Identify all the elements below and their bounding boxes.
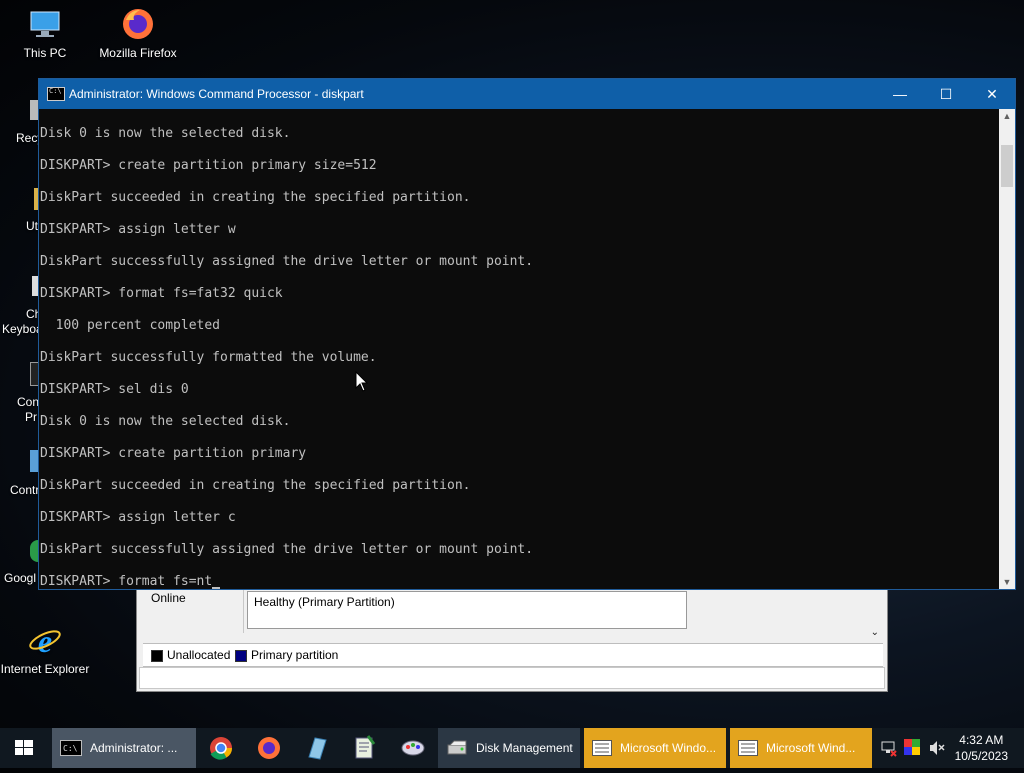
cmd-icon: C:\ bbox=[60, 740, 82, 756]
close-button[interactable]: ✕ bbox=[969, 79, 1015, 109]
color-grid-icon[interactable] bbox=[904, 739, 920, 755]
network-icon[interactable] bbox=[880, 739, 898, 757]
firefox-icon bbox=[120, 6, 156, 42]
internet-explorer-icon: e bbox=[27, 622, 63, 659]
window-title: Administrator: Windows Command Processor… bbox=[69, 87, 364, 101]
minimize-button[interactable]: — bbox=[877, 79, 923, 109]
legend-swatch bbox=[151, 649, 163, 662]
partial-desktop-label: Keyboa bbox=[2, 322, 43, 336]
window-list-icon bbox=[738, 740, 758, 756]
disk-management-window: Online Healthy (Primary Partition) ⌄ Una… bbox=[136, 588, 888, 692]
partial-desktop-label: Googl bbox=[4, 571, 37, 585]
partial-desktop-icon bbox=[30, 100, 38, 120]
notebook-icon bbox=[308, 737, 327, 760]
legend-label: Unallocated bbox=[167, 648, 231, 662]
vertical-scrollbar[interactable]: ▲ ▼ bbox=[999, 109, 1015, 589]
console-line: DiskPart successfully assigned the drive… bbox=[40, 542, 534, 557]
paint-icon bbox=[401, 740, 425, 756]
taskbar-app-notebook[interactable] bbox=[294, 728, 340, 768]
console-line: DiskPart successfully assigned the drive… bbox=[40, 254, 534, 269]
scrollbar-thumb[interactable] bbox=[1001, 145, 1013, 187]
taskbar-clock[interactable]: 4:32 AM 10/5/2023 bbox=[955, 732, 1008, 764]
legend-item-primary-partition: Primary partition bbox=[231, 648, 338, 662]
console-line: DISKPART> create partition primary bbox=[40, 446, 307, 461]
taskbar-app-label: Administrator: ... bbox=[90, 741, 178, 755]
firefox-icon bbox=[258, 737, 280, 759]
scroll-up-icon[interactable]: ▲ bbox=[999, 111, 1015, 121]
desktop-icon-internet-explorer[interactable]: e Internet Explorer bbox=[0, 622, 90, 676]
legend: Unallocated Primary partition bbox=[143, 643, 883, 667]
desktop-icon-this-pc[interactable]: This PC bbox=[0, 6, 90, 60]
console-line: 100 percent completed bbox=[40, 318, 221, 333]
cmd-window[interactable]: Administrator: Windows Command Processor… bbox=[38, 78, 1016, 590]
partial-desktop-label: Ut bbox=[26, 219, 38, 233]
taskbar-app-label: Microsoft Windo... bbox=[620, 741, 717, 755]
console-output[interactable]: Disk 0 is now the selected disk. DISKPART… bbox=[39, 109, 999, 589]
partition-status: Healthy (Primary Partition) bbox=[254, 595, 395, 609]
svg-text:C:\: C:\ bbox=[63, 744, 78, 753]
console-line: DISKPART> assign letter w bbox=[40, 222, 236, 237]
taskbar-app-cmd[interactable]: C:\ Administrator: ... bbox=[52, 728, 196, 768]
taskbar-app-disk-management[interactable]: Disk Management bbox=[438, 728, 580, 768]
disk-management-icon bbox=[447, 740, 467, 755]
start-button[interactable] bbox=[0, 728, 48, 768]
svg-text:e: e bbox=[38, 623, 52, 658]
mouse-cursor-icon bbox=[355, 370, 369, 398]
taskbar-app-label: Microsoft Wind... bbox=[766, 741, 856, 755]
console-line: DiskPart succeeded in creating the speci… bbox=[40, 478, 471, 493]
legend-swatch bbox=[235, 649, 247, 662]
taskbar-app-microsoft-windows-2[interactable]: Microsoft Wind... bbox=[730, 728, 872, 768]
taskbar-app-microsoft-windows-1[interactable]: Microsoft Windo... bbox=[584, 728, 726, 768]
legend-label: Primary partition bbox=[251, 648, 339, 662]
disk-status: Online bbox=[151, 591, 186, 605]
system-tray: 4:32 AM 10/5/2023 bbox=[876, 728, 1024, 768]
clock-date: 10/5/2023 bbox=[954, 749, 1008, 763]
taskbar-app-paint[interactable] bbox=[390, 728, 436, 768]
windows-logo-icon bbox=[15, 740, 33, 755]
console-line: DISKPART> format fs=fat32 quick bbox=[40, 286, 283, 301]
console-line: DiskPart successfully formatted the volu… bbox=[40, 350, 377, 365]
console-line: DISKPART> create partition primary size=… bbox=[40, 158, 377, 173]
scroll-down-icon[interactable]: ▼ bbox=[999, 577, 1015, 587]
chrome-icon bbox=[210, 737, 232, 760]
title-bar[interactable]: Administrator: Windows Command Processor… bbox=[39, 79, 1015, 109]
cmd-icon bbox=[47, 87, 65, 101]
notepad-icon bbox=[355, 735, 376, 759]
partial-desktop-label: Contr bbox=[10, 483, 40, 497]
partial-desktop-label: Pr bbox=[25, 410, 37, 424]
partial-desktop-icon bbox=[30, 540, 38, 562]
console-line: Disk 0 is now the selected disk. bbox=[40, 126, 291, 141]
console-line: Disk 0 is now the selected disk. bbox=[40, 414, 291, 429]
partial-desktop-label: Con bbox=[17, 395, 40, 409]
this-pc-icon bbox=[27, 6, 63, 42]
divider bbox=[243, 589, 244, 633]
taskbar-app-chrome[interactable] bbox=[198, 728, 244, 768]
maximize-button[interactable]: ☐ bbox=[923, 79, 969, 109]
console-line: DISKPART> format fs=nt bbox=[40, 574, 221, 589]
clock-time: 4:32 AM bbox=[959, 733, 1004, 747]
taskbar: C:\ Administrator: ... Disk Management M… bbox=[0, 728, 1024, 768]
desktop-icon-firefox[interactable]: Mozilla Firefox bbox=[93, 6, 183, 60]
desktop-icon-label: Mozilla Firefox bbox=[99, 46, 177, 60]
text-caret bbox=[212, 587, 221, 589]
desktop-icon-label: This PC bbox=[23, 46, 67, 60]
console-line: DISKPART> sel dis 0 bbox=[40, 382, 189, 397]
console-line: DISKPART> assign letter c bbox=[40, 510, 236, 525]
partial-desktop-icon bbox=[30, 450, 38, 472]
volume-muted-icon[interactable] bbox=[928, 739, 946, 757]
taskbar-app-firefox[interactable] bbox=[246, 728, 292, 768]
status-bar bbox=[139, 667, 885, 689]
taskbar-app-notepad[interactable] bbox=[342, 728, 388, 768]
taskbar-app-label: Disk Management bbox=[476, 741, 573, 755]
chevron-down-icon[interactable]: ⌄ bbox=[871, 627, 879, 638]
window-list-icon bbox=[592, 740, 612, 756]
legend-item-unallocated: Unallocated bbox=[147, 648, 230, 662]
console-line: DiskPart succeeded in creating the speci… bbox=[40, 190, 471, 205]
desktop-icon-label: Internet Explorer bbox=[0, 662, 90, 676]
partition-block[interactable]: Healthy (Primary Partition) bbox=[247, 591, 687, 629]
